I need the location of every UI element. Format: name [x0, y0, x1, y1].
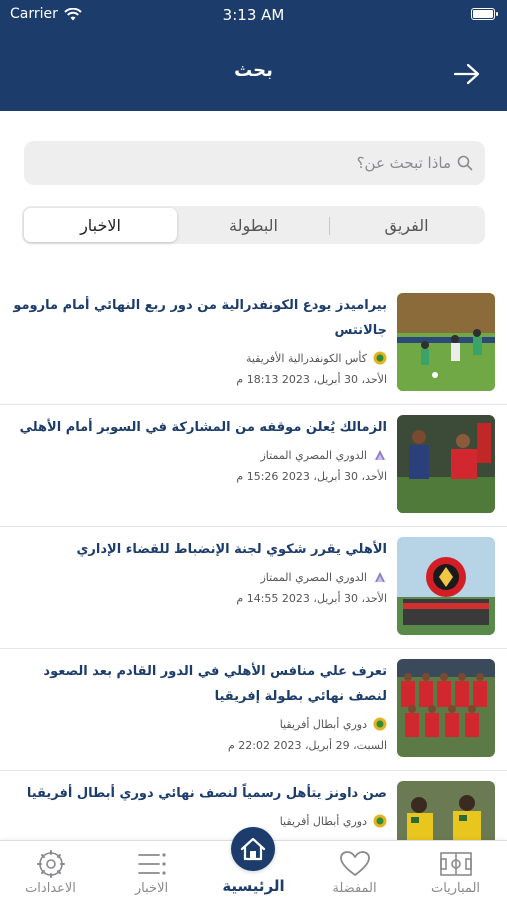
news-item[interactable]: بيراميدز يودع الكونفدرالية من دور ربع ال… [0, 283, 507, 405]
news-title: الأهلي يقرر شكوي لجنة الإنضباط للقضاء ال… [76, 542, 387, 557]
tab-tournament[interactable]: البطولة [177, 208, 330, 242]
search-icon [457, 155, 473, 171]
league-name: الدوري المصري الممتاز [260, 570, 367, 584]
home-bubble [231, 827, 275, 871]
tabbar-settings[interactable]: الاعدادات [0, 841, 101, 900]
league-name: دوري أبطال أفريقيا [279, 717, 367, 731]
news-league: دوري أبطال أفريقيا [8, 814, 387, 828]
egyptian-league-icon [375, 450, 385, 460]
search-bar[interactable] [24, 141, 485, 185]
caf-champions-league-icon [373, 717, 387, 731]
news-league: الدوري المصري الممتاز [8, 570, 387, 584]
clock: 3:13 AM [222, 6, 285, 24]
segmented-control: الفريق البطولة الاخبار [22, 206, 485, 244]
tab-team[interactable]: الفريق [330, 208, 483, 242]
news-item[interactable]: تعرف علي منافس الأهلي في الدور القادم بع… [0, 649, 507, 771]
news-title: صن داونز يتأهل رسمياً لنصف نهائي دوري أب… [26, 786, 387, 801]
battery-icon [471, 8, 498, 20]
news-league: دوري أبطال أفريقيا [8, 717, 387, 731]
tab-news[interactable]: الاخبار [24, 208, 177, 242]
tabbar-favorites[interactable]: المفضلة [304, 841, 405, 900]
league-name: الدوري المصري الممتاز [260, 448, 367, 462]
news-item[interactable]: الزمالك يُعلن موقفه من المشاركة في السوب… [0, 405, 507, 527]
tab-label: الاعدادات [25, 881, 76, 896]
tab-label: المباريات [430, 881, 481, 896]
news-thumbnail [397, 415, 495, 513]
status-bar: Carrier 3:13 AM [0, 0, 507, 30]
news-item[interactable]: الأهلي يقرر شكوي لجنة الإنضباط للقضاء ال… [0, 527, 507, 649]
news-title: بيراميدز يودع الكونفدرالية من دور ربع ال… [13, 298, 387, 338]
league-name: كأس الكونفدرالية الأفريقية [245, 351, 367, 365]
news-date: الأحد، 30 أبريل، 2023 14:55 م [236, 592, 387, 605]
news-date: الأحد، 30 أبريل، 2023 18:13 م [236, 373, 387, 386]
back-arrow-icon[interactable] [453, 62, 481, 86]
home-icon [240, 837, 266, 861]
news-title: تعرف علي منافس الأهلي في الدور القادم بع… [43, 664, 387, 704]
tab-label: الرئيسية [222, 877, 285, 895]
tab-bar: الاعدادات الاخبار الرئيسية المفضلة المبا… [0, 827, 507, 900]
search-input[interactable] [36, 154, 457, 172]
news-date: السبت، 29 أبريل، 2023 22:02 م [227, 739, 387, 752]
egyptian-league-icon [375, 572, 385, 582]
news-thumbnail [397, 659, 495, 757]
page-title: بحث [234, 60, 273, 81]
news-league: الدوري المصري الممتاز [8, 448, 387, 462]
news-title: الزمالك يُعلن موقفه من المشاركة في السوب… [19, 420, 387, 435]
tab-label: المفضلة [332, 881, 377, 896]
news-thumbnail [397, 293, 495, 391]
league-name: دوري أبطال أفريقيا [279, 814, 367, 828]
tabbar-matches[interactable]: المباريات [405, 841, 506, 900]
list-icon [137, 853, 166, 875]
news-date: الأحد، 30 أبريل، 2023 15:26 م [236, 470, 387, 483]
header: Carrier 3:13 AM بحث [0, 0, 507, 111]
news-thumbnail [397, 537, 495, 635]
gear-icon [36, 850, 65, 878]
news-league: كأس الكونفدرالية الأفريقية [8, 351, 387, 365]
tab-label: الاخبار [134, 881, 169, 896]
tabbar-home[interactable]: الرئيسية [203, 827, 304, 900]
news-list: بيراميدز يودع الكونفدرالية من دور ربع ال… [0, 283, 507, 893]
caf-champions-league-icon [373, 814, 387, 828]
heart-icon [339, 851, 370, 876]
pitch-icon [439, 852, 472, 876]
caf-confederation-cup-icon [373, 351, 387, 365]
tabbar-news[interactable]: الاخبار [101, 841, 202, 900]
